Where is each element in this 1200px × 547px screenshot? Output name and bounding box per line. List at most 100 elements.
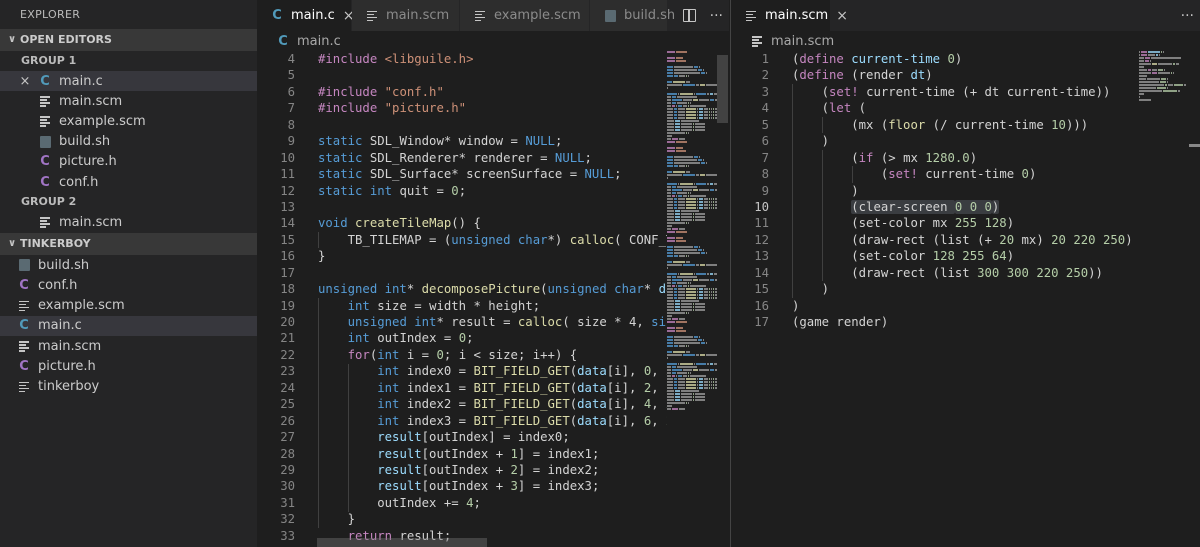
file-item[interactable]: tinkerboy: [0, 376, 257, 396]
minimap-row: [667, 300, 717, 302]
line-number: 2: [761, 68, 769, 83]
line-content: (clear-screen 0 0 0): [851, 199, 1000, 214]
minimap[interactable]: [1139, 51, 1189, 102]
minimap-row: [667, 306, 717, 308]
minimap-row: [667, 222, 717, 224]
file-item[interactable]: ×main.scm: [0, 91, 257, 111]
file-item[interactable]: ×build.sh: [0, 132, 257, 152]
line-content: result[outIndex + 3] = index3;: [377, 479, 600, 494]
minimap-row: [667, 96, 717, 98]
editor-tab[interactable]: main.scm: [352, 0, 460, 31]
project-file-list: build.sh Cconf.h example.scm Cmain.c main.sc…: [0, 255, 257, 396]
line-number: 7: [761, 150, 769, 165]
editor-tab[interactable]: Cmain.c ×: [257, 0, 355, 31]
file-name: tinkerboy: [38, 379, 100, 395]
editor-tab[interactable]: example.scm: [460, 0, 590, 31]
file-item[interactable]: main.scm: [0, 336, 257, 356]
close-icon[interactable]: ×: [17, 74, 33, 89]
tab-bar: main.scm × ···: [731, 0, 1200, 31]
indent-guide: [852, 166, 853, 183]
line-number: 1: [761, 52, 769, 66]
open-editors-header[interactable]: ∨ OPEN EDITORS: [0, 29, 257, 51]
minimap-row: [667, 348, 717, 350]
minimap-row: [667, 102, 717, 104]
code-editor[interactable]: 4 #include <libguile.h> 5 6 #include "conf.h…: [257, 51, 667, 544]
minimap-row: [667, 213, 717, 215]
file-name: main.scm: [59, 93, 123, 109]
minimap-row: [667, 243, 717, 245]
code-line: 17 (game render): [731, 314, 1131, 330]
c-header-icon: C: [19, 358, 29, 374]
code-line: 12 static int quit = 0;: [257, 183, 667, 199]
file-item[interactable]: ×main.scm: [0, 212, 257, 232]
line-number: 9: [287, 134, 295, 149]
minimap-row: [667, 81, 717, 83]
file-item[interactable]: example.scm: [0, 296, 257, 316]
project-folder-header[interactable]: ∨ TINKERBOY: [0, 233, 257, 256]
line-number: 4: [761, 101, 769, 116]
editor-tab[interactable]: main.scm ×: [731, 0, 848, 31]
minimap-row: [667, 231, 717, 233]
file-item[interactable]: ×example.scm: [0, 111, 257, 131]
file-item[interactable]: ×Cconf.h: [0, 172, 257, 192]
file-item[interactable]: build.sh: [0, 255, 257, 275]
chevron-down-icon: ∨: [7, 34, 17, 45]
line-content: (let (: [792, 101, 867, 116]
file-item[interactable]: Cpicture.h: [0, 356, 257, 376]
code-line: 11 (set-color mx 255 128): [731, 215, 1131, 231]
minimap-row: [1139, 51, 1189, 53]
vertical-scrollbar[interactable]: [717, 55, 728, 123]
minimap-row: [667, 375, 717, 377]
c-file-icon: C: [40, 73, 50, 89]
line-number: 12: [754, 232, 769, 247]
editor-tab[interactable]: build.sh: [590, 0, 675, 31]
split-editor-icon[interactable]: [682, 9, 696, 22]
breadcrumb-file[interactable]: main.c: [297, 34, 341, 49]
close-icon[interactable]: ×: [836, 8, 848, 24]
file-item[interactable]: ×Cpicture.h: [0, 152, 257, 172]
more-actions-icon[interactable]: ···: [1181, 8, 1194, 24]
breadcrumb[interactable]: C main.c: [257, 31, 729, 51]
line-content: ): [792, 282, 830, 297]
line-content: (draw-rect (list 300 300 220 250)): [792, 265, 1103, 280]
minimap-row: [667, 99, 717, 101]
minimap-row: [667, 165, 717, 167]
code-line: 6 #include "conf.h": [257, 84, 667, 100]
breadcrumb[interactable]: main.scm: [731, 31, 1200, 51]
minimap-row: [667, 111, 717, 113]
minimap-row: [667, 141, 717, 143]
line-content: (set-color mx 255 128): [792, 216, 1015, 231]
breadcrumb-file[interactable]: main.scm: [771, 34, 834, 49]
code-editor[interactable]: 1 (define current-time 0) 2 (define (render…: [731, 51, 1131, 330]
more-actions-icon[interactable]: ···: [710, 8, 723, 24]
minimap-row: [667, 267, 717, 269]
minimap-row: [667, 156, 717, 158]
minimap[interactable]: [667, 51, 717, 411]
line-number: 26: [280, 413, 295, 428]
line-number: 21: [280, 331, 295, 346]
minimap-row: [667, 234, 717, 236]
minimap-row: [667, 345, 717, 347]
minimap-row: [667, 228, 717, 230]
code-line: 17: [257, 265, 667, 281]
minimap-row: [667, 291, 717, 293]
indent-guide: [348, 363, 349, 512]
minimap-row: [667, 351, 717, 353]
minimap-row: [667, 147, 717, 149]
line-content: (set-color 128 255 64): [792, 249, 1015, 264]
chevron-down-icon: ∨: [7, 238, 17, 250]
line-number: 6: [287, 84, 295, 99]
code-line: 4 (let (: [731, 100, 1131, 116]
open-editors-label: OPEN EDITORS: [20, 33, 112, 46]
horizontal-scrollbar[interactable]: [317, 538, 487, 547]
file-item[interactable]: Cmain.c: [0, 315, 257, 337]
vertical-scrollbar[interactable]: [1189, 144, 1200, 147]
shell-file-icon: [602, 8, 618, 24]
line-number: 22: [280, 347, 295, 362]
minimap-row: [667, 360, 717, 362]
file-item[interactable]: Cconf.h: [0, 276, 257, 296]
file-item[interactable]: × Cmain.c: [0, 71, 257, 92]
minimap-row: [667, 396, 717, 398]
text-lines-icon: [364, 8, 380, 24]
code-line: 5 (mx (floor (/ current-time 10))): [731, 117, 1131, 133]
